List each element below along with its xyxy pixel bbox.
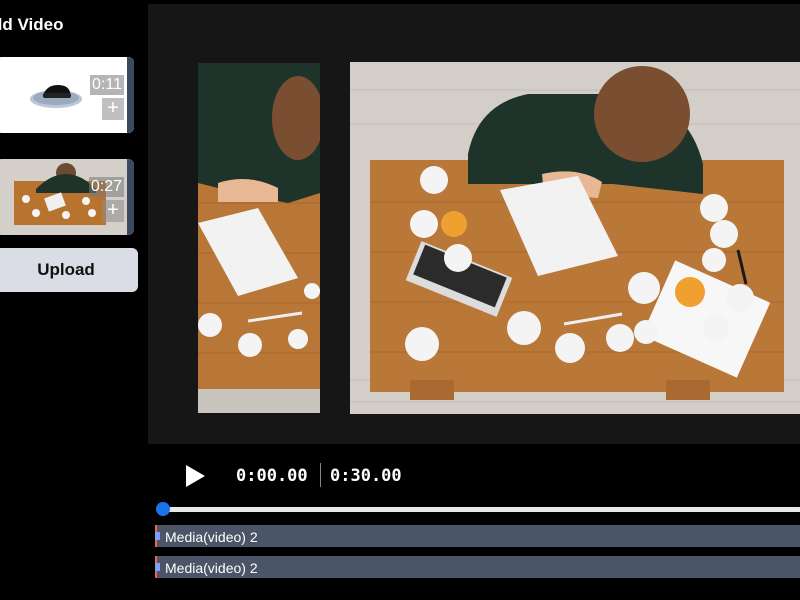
card-accent: [127, 159, 134, 235]
total-time: 0:30.00: [330, 466, 402, 486]
media-duration: 0:27: [88, 177, 124, 197]
scrubber-handle[interactable]: [156, 502, 170, 516]
add-media-button[interactable]: +: [102, 98, 124, 120]
timeline-scrubber[interactable]: [162, 507, 800, 512]
timeline-track[interactable]: Media(video) 2: [155, 525, 800, 547]
video-preview: [148, 4, 800, 444]
track-label: Media(video) 2: [165, 560, 258, 576]
car-thumbnail: [0, 57, 134, 133]
add-media-button[interactable]: +: [102, 200, 124, 222]
track-handle[interactable]: [155, 532, 160, 540]
upload-button[interactable]: Upload: [0, 248, 138, 292]
preview-frame-crop: [198, 63, 320, 413]
media-item-car[interactable]: 0:11 +: [0, 57, 134, 133]
media-item-desk[interactable]: 0:27 +: [0, 159, 134, 235]
desk-scene-image: [198, 63, 320, 413]
timeline-track[interactable]: Media(video) 2: [155, 556, 800, 578]
card-accent: [127, 57, 134, 133]
media-sidebar: dd Video 0:11 + 0:27 + Upload: [0, 0, 148, 600]
desk-scene-image: [350, 62, 800, 414]
play-icon[interactable]: [184, 464, 208, 488]
time-separator: [320, 463, 321, 487]
current-time: 0:00.00: [236, 466, 308, 486]
track-label: Media(video) 2: [165, 529, 258, 545]
desk-thumbnail: [0, 159, 134, 235]
sidebar-title: dd Video: [0, 15, 64, 34]
player-controls: 0:00.00 0:30.00 Media(video) 2 Media(vid…: [148, 444, 800, 600]
track-handle[interactable]: [155, 563, 160, 571]
preview-frame-main: [350, 62, 800, 414]
media-duration: 0:11: [90, 75, 124, 95]
